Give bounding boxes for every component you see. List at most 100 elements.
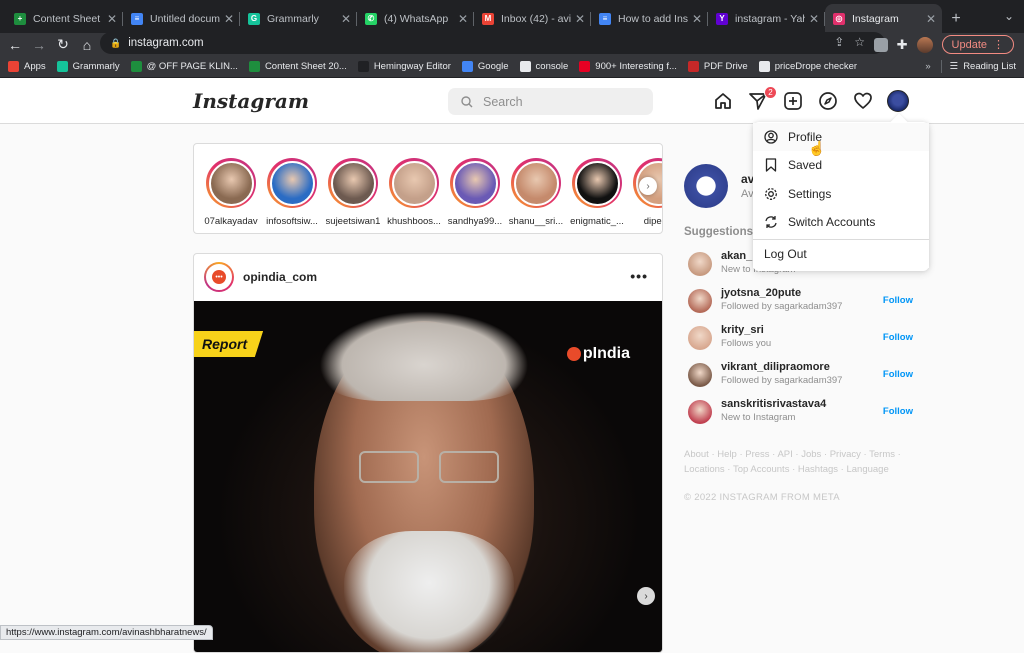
bookmark-favicon-icon: [461, 61, 473, 72]
search-input[interactable]: Search: [448, 88, 653, 115]
footer-links[interactable]: About · Help · Press · API · Jobs · Priv…: [684, 448, 904, 477]
bookmark-list: Apps Grammarly @ OFF PAGE KLIN... Content S…: [8, 61, 868, 72]
suggestion-avatar[interactable]: [688, 289, 712, 313]
suggestion-avatar[interactable]: [688, 252, 712, 276]
browser-toolbar: ← → ↻ ⌂ 🔒 instagram.com ⇪☆ ✚ Update ⋮: [0, 32, 1024, 56]
story-item[interactable]: sandhya99...: [444, 158, 506, 227]
stories-next-icon[interactable]: ›: [639, 177, 657, 195]
bookmark-item[interactable]: priceDrope checker: [758, 61, 858, 72]
tab-close-icon[interactable]: ✕: [224, 12, 234, 26]
post-author-avatar[interactable]: •••: [204, 262, 234, 292]
follow-button[interactable]: Follow: [883, 406, 913, 417]
browser-tab[interactable]: ✆ (4) WhatsApp ✕: [357, 4, 474, 33]
back-icon[interactable]: ←: [3, 37, 27, 53]
suggestion-username[interactable]: krity_sri: [721, 324, 764, 336]
suggestion-avatar[interactable]: [688, 400, 712, 424]
tab-close-icon[interactable]: ✕: [575, 12, 585, 26]
tab-favicon-icon: ✆: [365, 12, 377, 25]
extension-icon[interactable]: [873, 37, 888, 52]
menu-item-settings[interactable]: Settings: [753, 180, 929, 208]
story-item[interactable]: enigmatic_...: [566, 158, 628, 227]
story-item[interactable]: khushboos...: [383, 158, 445, 227]
menu-item-switch-accounts[interactable]: Switch Accounts: [753, 208, 929, 236]
profile-avatar-button[interactable]: [887, 90, 909, 112]
suggestion-username[interactable]: sanskritisrivastava4: [721, 398, 826, 410]
follow-button[interactable]: Follow: [883, 332, 913, 343]
hand-cursor-icon: ☝: [808, 140, 826, 156]
story-avatar: [208, 160, 254, 206]
suggestion-username[interactable]: akan_: [721, 250, 752, 262]
bookmark-item[interactable]: console: [519, 61, 568, 72]
tab-title: Content Sheet 20: [33, 12, 103, 25]
browser-tab[interactable]: M Inbox (42) - avina ✕: [474, 4, 591, 33]
story-avatar: [330, 160, 376, 206]
menu-item-log-out[interactable]: Log Out: [753, 240, 929, 268]
bookmark-item[interactable]: Google: [461, 61, 509, 72]
stories-tray: 07alkayadav infosoftsiw... sujeetsiwan1 khu…: [193, 143, 663, 234]
follow-button[interactable]: Follow: [883, 295, 913, 306]
menu-item-saved[interactable]: Saved: [753, 151, 929, 179]
bookmark-item[interactable]: Content Sheet 20...: [248, 61, 347, 72]
extensions-puzzle-icon[interactable]: ✚: [897, 37, 908, 53]
browser-tab[interactable]: ≡ Untitled documen ✕: [123, 4, 240, 33]
own-fullname: Av: [741, 188, 754, 200]
suggestion-row: jyotsna_20pute Followed by sagarkadam397 F…: [688, 287, 920, 317]
story-item[interactable]: sujeetsiwan1: [322, 158, 384, 227]
tab-close-icon[interactable]: ✕: [341, 12, 351, 26]
report-banner: Report: [194, 331, 264, 357]
tab-search-icon[interactable]: ⌄: [1004, 9, 1014, 23]
suggestion-avatar[interactable]: [688, 326, 712, 350]
bookmark-item[interactable]: Grammarly: [56, 61, 120, 72]
tab-close-icon[interactable]: ✕: [107, 12, 117, 26]
browser-tab[interactable]: Yinstagram - Yahoo ✕: [708, 4, 825, 33]
story-item[interactable]: shanu__sri...: [505, 158, 567, 227]
post-username[interactable]: opindia_com: [243, 270, 317, 284]
bookmark-item[interactable]: Apps: [8, 61, 46, 72]
bookmark-label: @ OFF PAGE KLIN...: [146, 61, 238, 72]
post-image[interactable]: Report pIndia ›: [194, 301, 662, 652]
activity-heart-icon[interactable]: [852, 90, 874, 112]
tab-close-icon[interactable]: ✕: [692, 12, 702, 26]
forward-icon[interactable]: →: [27, 37, 51, 53]
reload-icon[interactable]: ↻: [51, 36, 75, 53]
menu-item-profile[interactable]: Profile: [753, 123, 929, 151]
carousel-next-icon[interactable]: ›: [637, 587, 655, 605]
bookmark-label: Apps: [24, 61, 46, 72]
instagram-logo[interactable]: Instagram: [193, 89, 309, 113]
tab-close-icon[interactable]: ✕: [458, 12, 468, 26]
story-item[interactable]: infosoftsiw...: [261, 158, 323, 227]
own-avatar[interactable]: [684, 164, 728, 208]
home-icon[interactable]: ⌂: [75, 37, 99, 53]
suggestion-username[interactable]: vikrant_dilipraomore: [721, 361, 830, 373]
suggestion-avatar[interactable]: [688, 363, 712, 387]
more-options-icon[interactable]: •••: [630, 268, 648, 284]
story-item[interactable]: 07alkayadav: [200, 158, 262, 227]
suggestion-username[interactable]: jyotsna_20pute: [721, 287, 801, 299]
reading-list-button[interactable]: Reading List: [963, 61, 1016, 72]
messenger-icon[interactable]: 2: [747, 86, 777, 112]
bookmark-label: priceDrope checker: [774, 61, 858, 72]
browser-tab[interactable]: + Content Sheet 20 ✕: [6, 4, 123, 33]
bookmark-item[interactable]: @ OFF PAGE KLIN...: [130, 61, 238, 72]
more-bookmarks-icon[interactable]: »: [925, 61, 930, 72]
bookmark-item[interactable]: PDF Drive: [687, 61, 748, 72]
browser-tab[interactable]: ◎ Instagram ✕: [825, 4, 942, 33]
bookmark-item[interactable]: 900+ Interesting f...: [579, 61, 677, 72]
address-bar[interactable]: 🔒 instagram.com ⇪☆: [100, 32, 885, 54]
explore-compass-icon[interactable]: [817, 90, 839, 112]
bookmark-favicon-icon: [130, 61, 142, 72]
new-post-icon[interactable]: [782, 90, 804, 112]
follow-button[interactable]: Follow: [883, 369, 913, 380]
suggestion-subtitle: New to Instagram: [721, 412, 796, 423]
share-star-icons[interactable]: ⇪☆: [834, 35, 875, 49]
tab-close-icon[interactable]: ✕: [809, 12, 819, 26]
browser-tab[interactable]: G Grammarly ✕: [240, 4, 357, 33]
new-tab-button[interactable]: +: [942, 4, 970, 33]
instagram-nav: 2: [712, 86, 909, 112]
browser-tab[interactable]: ≡ How to add Insta ✕: [591, 4, 708, 33]
tab-close-icon[interactable]: ✕: [926, 12, 936, 26]
update-button[interactable]: Update ⋮: [941, 35, 1014, 54]
bookmark-item[interactable]: Hemingway Editor: [357, 61, 451, 72]
home-icon[interactable]: [712, 90, 734, 112]
chrome-profile-avatar[interactable]: [916, 36, 933, 53]
